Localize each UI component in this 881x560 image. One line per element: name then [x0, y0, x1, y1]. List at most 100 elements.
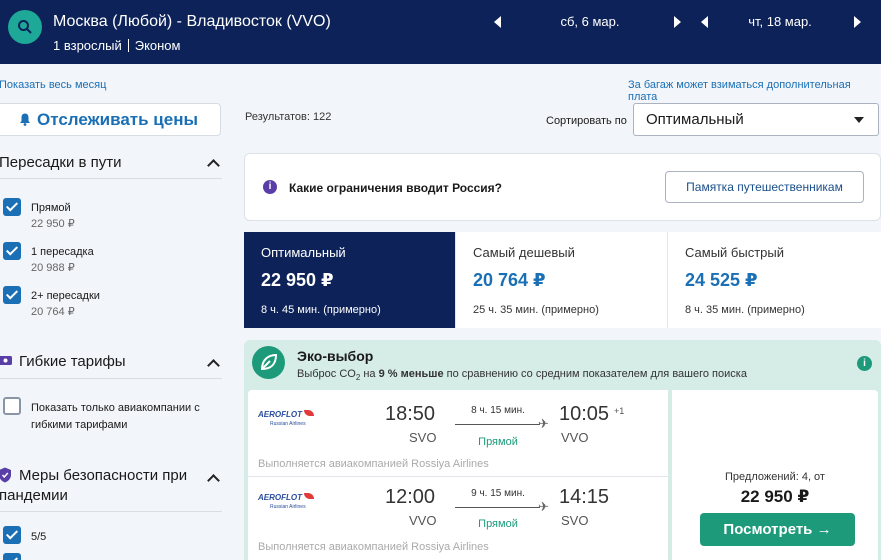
tab-optimal[interactable]: Оптимальный 22 950 ₽ 8 ч. 45 мин. (приме…: [244, 232, 456, 328]
eco-sub-before: Выброс CO: [297, 368, 356, 380]
results-count: Результатов: 122: [245, 111, 332, 123]
separator: [127, 39, 129, 52]
next-day-indicator: +1: [614, 406, 625, 416]
stops-info: Прямой: [478, 518, 518, 530]
arrival-time: 14:15: [559, 486, 610, 508]
travel-restrictions-card: i Какие ограничения вводит Россия? Памят…: [244, 153, 881, 221]
arrival-airport: VVO: [561, 430, 589, 445]
tab-cheapest[interactable]: Самый дешевый 20 764 ₽ 25 ч. 35 мин. (пр…: [456, 232, 668, 328]
tab-price: 22 950 ₽: [261, 270, 334, 290]
track-prices-button[interactable]: Отслеживать цены: [0, 103, 221, 136]
checkbox-flexible-only[interactable]: [3, 397, 21, 415]
tab-duration: 8 ч. 35 мин. (примерно): [685, 304, 805, 316]
flight-duration: 8 ч. 15 мин.: [471, 405, 525, 416]
stops-option-price: 22 950 ₽: [31, 218, 75, 230]
eco-title: Эко-выбор: [297, 348, 374, 364]
departure-time: 12:00: [385, 486, 436, 508]
view-deal-button[interactable]: Посмотреть →: [700, 513, 855, 546]
baggage-fee-link[interactable]: За багаж может взиматься дополнительная …: [628, 79, 881, 103]
flexible-option-line2: гибкими тарифами: [31, 419, 128, 431]
return-prev-icon[interactable]: [701, 16, 708, 28]
checkbox-two-plus-stops[interactable]: [3, 286, 21, 304]
airline-name: AEROFLOT: [258, 410, 302, 419]
flight-line: [455, 507, 540, 508]
tab-title: Самый дешевый: [473, 245, 575, 260]
tab-duration: 8 ч. 45 мин. (примерно): [261, 304, 381, 316]
operated-by: Выполняется авиакомпанией Rossiya Airlin…: [258, 541, 489, 553]
safety-option-label: 5/5: [31, 531, 47, 543]
tab-title: Самый быстрый: [685, 245, 784, 260]
arrival-time: 10:05: [559, 403, 610, 425]
collapse-stops-icon[interactable]: [207, 159, 220, 172]
flexible-option-line1: Показать только авиакомпании с: [31, 402, 200, 414]
flight-duration: 9 ч. 15 мин.: [471, 488, 525, 499]
leaf-icon: [252, 346, 285, 379]
caret-down-icon: [854, 117, 864, 123]
eco-subtitle: Выброс CO2 на 9 % меньше по сравнению со…: [297, 368, 747, 382]
checkbox-one-stop[interactable]: [3, 242, 21, 260]
stops-option-price: 20 988 ₽: [31, 262, 75, 274]
info-icon: i: [263, 180, 277, 194]
sort-label: Сортировать по: [546, 115, 627, 127]
safety-filter-title[interactable]: Меры безопасности при: [19, 467, 187, 484]
offers-count: Предложений: 4, от: [725, 471, 825, 483]
tab-title: Оптимальный: [261, 245, 346, 260]
departure-airport: VVO: [409, 513, 437, 528]
flex-ticket-icon: [0, 356, 12, 365]
plane-icon: ✈: [538, 416, 549, 431]
search-icon: [18, 20, 32, 34]
top-bar: Москва (Любой) - Владивосток (VVO) 1 взр…: [0, 0, 881, 64]
return-date[interactable]: чт, 18 мар.: [715, 14, 845, 34]
cabin-class: Эконом: [134, 38, 181, 53]
route-summary[interactable]: Москва (Любой) - Владивосток (VVO): [53, 13, 331, 31]
flexible-filter-title[interactable]: Гибкие тарифы: [19, 353, 126, 370]
departure-time: 18:50: [385, 403, 436, 425]
eco-sub-bold: 9 % меньше: [378, 368, 444, 380]
tab-price: 24 525 ₽: [685, 270, 758, 290]
sort-value: Оптимальный: [646, 111, 744, 128]
stops-info: Прямой: [478, 436, 518, 448]
tab-duration: 25 ч. 35 мин. (примерно): [473, 304, 599, 316]
divider: [0, 378, 222, 379]
airline-subtitle: Russian Airlines: [270, 421, 306, 427]
eco-sub-after: по сравнению со средним показателем для …: [443, 368, 747, 380]
eco-info-icon[interactable]: i: [857, 356, 872, 371]
safety-filter-title-line2: пандемии: [0, 487, 68, 504]
aeroflot-logo: AEROFLOT: [258, 493, 314, 502]
tab-price: 20 764 ₽: [473, 270, 546, 290]
divider: [0, 511, 222, 512]
plane-icon: ✈: [538, 499, 549, 514]
traveler-guide-button[interactable]: Памятка путешественникам: [665, 171, 864, 203]
stops-option-label: 2+ пересадки: [31, 290, 100, 302]
sort-dropdown[interactable]: Оптимальный: [633, 103, 879, 136]
return-next-icon[interactable]: [854, 16, 861, 28]
checkbox-direct[interactable]: [3, 198, 21, 216]
collapse-flexible-icon[interactable]: [207, 359, 220, 372]
flight-line: [455, 424, 540, 425]
airline-name: AEROFLOT: [258, 493, 302, 502]
bell-icon: [20, 113, 31, 126]
show-month-link[interactable]: Показать весь месяц: [0, 79, 106, 91]
arrival-airport: SVO: [561, 513, 589, 528]
collapse-safety-icon[interactable]: [207, 474, 220, 487]
restrictions-question: Какие ограничения вводит Россия?: [289, 181, 502, 195]
operated-by: Выполняется авиакомпанией Rossiya Airlin…: [258, 458, 489, 470]
offer-price: 22 950 ₽: [740, 487, 810, 506]
checkbox-safety-5-5[interactable]: [3, 526, 21, 544]
search-button[interactable]: [8, 10, 42, 44]
stops-option-label: 1 пересадка: [31, 246, 94, 258]
passenger-summary[interactable]: 1 взрослый Эконом: [53, 38, 180, 53]
depart-prev-icon[interactable]: [494, 16, 501, 28]
depart-next-icon[interactable]: [674, 16, 681, 28]
departure-airport: SVO: [409, 430, 437, 445]
depart-date[interactable]: сб, 6 мар.: [510, 14, 670, 34]
divider: [248, 476, 668, 477]
stops-filter-title[interactable]: Пересадки в пути: [0, 154, 122, 171]
eco-sub-mid: на: [360, 368, 379, 380]
divider: [0, 178, 222, 179]
checkbox-safety-next[interactable]: [3, 553, 21, 560]
aeroflot-logo: AEROFLOT: [258, 410, 314, 419]
tab-fastest[interactable]: Самый быстрый 24 525 ₽ 8 ч. 35 мин. (при…: [668, 232, 881, 328]
airline-subtitle: Russian Airlines: [270, 504, 306, 510]
shield-icon: [0, 467, 11, 483]
